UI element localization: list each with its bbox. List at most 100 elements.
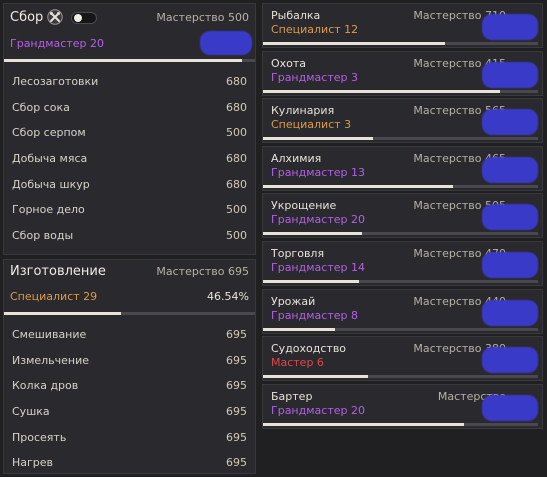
life-skill-card[interactable]: Судоходство Мастерство 380 Мастер 6	[262, 336, 543, 382]
skill-progress-fill	[263, 137, 373, 141]
gathering-progress-bar	[4, 59, 255, 62]
skill-value: 695	[226, 456, 247, 470]
skill-rank: Грандмастер 14	[271, 261, 365, 274]
skill-progress-fill	[263, 42, 445, 45]
skill-progress-bar	[263, 375, 538, 379]
redaction-scribble	[482, 394, 538, 421]
skill-value: 500	[226, 126, 247, 140]
redaction-scribble	[482, 204, 538, 231]
crafting-title: Изготовление	[10, 264, 106, 279]
skill-name: Сбор сока	[12, 100, 70, 114]
skill-name: Сушка	[12, 405, 50, 419]
redaction-scribble	[482, 347, 538, 374]
skill-row[interactable]: Колка дров 695	[4, 373, 255, 399]
redaction-scribble	[482, 61, 538, 88]
skill-value: 695	[226, 379, 247, 393]
skill-name: Сбор воды	[12, 228, 74, 242]
skill-name: Алхимия	[271, 151, 322, 165]
life-skill-card[interactable]: Бартер Мастерство Грандмастер 20	[262, 383, 543, 429]
life-skill-card[interactable]: Кулинария Мастерство 565 Специалист 3	[262, 98, 543, 144]
life-skill-card[interactable]: Урожай Мастерство 440 Грандмастер 8	[262, 288, 543, 334]
skill-progress-bar	[263, 422, 538, 426]
skill-row[interactable]: Смешивание 695	[4, 322, 255, 348]
skill-name: Охота	[271, 56, 307, 70]
skill-progress-bar	[263, 137, 538, 141]
redaction-scribble	[482, 299, 538, 326]
skill-row[interactable]: Сушка 695	[4, 399, 255, 425]
crafting-percent: 46.54%	[207, 290, 249, 303]
skill-name: Добыча шкур	[12, 177, 90, 191]
skill-name: Рыбалка	[271, 9, 321, 22]
skill-value: 695	[226, 405, 247, 419]
skill-name: Бартер	[271, 389, 313, 403]
skill-value: 500	[226, 228, 247, 242]
life-skill-card[interactable]: Охота Мастерство 415 Грандмастер 3	[262, 50, 543, 96]
redaction-scribble	[200, 31, 252, 55]
skill-name: Измельчение	[12, 353, 90, 367]
skill-name: Смешивание	[12, 328, 87, 342]
redaction-scribble	[482, 109, 538, 136]
crossed-tools-icon[interactable]	[47, 9, 63, 25]
skill-progress-bar	[263, 42, 538, 45]
skill-row[interactable]: Сбор воды 500	[4, 223, 255, 249]
skill-progress-bar	[263, 232, 538, 236]
gathering-panel: Сбор Мастерство 500 Грандмастер 20 Лесоз…	[3, 3, 256, 255]
redaction-scribble	[482, 14, 538, 40]
skill-progress-bar	[263, 184, 538, 188]
redaction-scribble	[482, 156, 538, 183]
skill-row[interactable]: Сбор сока 680	[4, 95, 255, 121]
skill-row[interactable]: Добыча шкур 680	[4, 171, 255, 197]
skill-value: 695	[226, 353, 247, 367]
skill-rank: Грандмастер 20	[271, 213, 365, 227]
skill-name: Горное дело	[12, 203, 85, 217]
crafting-mastery: Мастерство 695	[156, 265, 249, 278]
skill-row[interactable]: Сбор серпом 500	[4, 120, 255, 146]
skill-progress-bar	[263, 327, 538, 331]
skill-rank: Грандмастер 13	[271, 165, 365, 179]
skill-row[interactable]: Нагрев 695	[4, 450, 255, 476]
skill-progress-fill	[263, 89, 500, 93]
skill-name: Нагрев	[12, 456, 54, 470]
skill-row[interactable]: Измельчение 695	[4, 348, 255, 374]
skill-value: 680	[226, 75, 247, 89]
skill-rank: Грандмастер 20	[271, 403, 365, 417]
skill-value: 695	[226, 430, 247, 444]
skill-progress-fill	[263, 422, 464, 426]
skill-progress-fill	[263, 232, 362, 236]
skill-name: Добыча мяса	[12, 152, 88, 166]
skill-value: 680	[226, 100, 247, 114]
skill-value: 695	[226, 328, 247, 342]
skill-progress-fill	[263, 327, 335, 331]
skill-row[interactable]: Просеять 695	[4, 424, 255, 450]
skill-name: Лесозаготовки	[12, 75, 99, 89]
life-skill-card[interactable]: Рыбалка Мастерство 710 Специалист 12	[262, 3, 543, 48]
skill-name: Укрощение	[271, 199, 337, 213]
skill-value: 680	[226, 152, 247, 166]
gathering-title: Сбор	[10, 10, 44, 25]
skill-name: Сбор серпом	[12, 126, 86, 140]
crafting-rank: Специалист 29	[10, 290, 98, 303]
life-skill-card[interactable]: Укрощение Мастерство 505 Грандмастер 20	[262, 193, 543, 239]
skill-row[interactable]: Добыча мяса 680	[4, 146, 255, 172]
skill-value: 680	[226, 177, 247, 191]
crafting-panel: Изготовление Мастерство 695 Специалист 2…	[3, 259, 256, 474]
skill-progress-bar	[263, 280, 538, 283]
skill-rank: Грандмастер 3	[271, 70, 358, 84]
redaction-scribble	[482, 252, 538, 278]
skill-progress-fill	[263, 375, 368, 379]
skill-name: Просеять	[12, 430, 67, 444]
skill-rank: Специалист 12	[271, 23, 359, 36]
skill-name: Торговля	[271, 247, 325, 260]
gathering-rank: Грандмастер 20	[10, 37, 104, 50]
skill-name: Кулинария	[271, 104, 335, 118]
skill-row[interactable]: Лесозаготовки 680	[4, 69, 255, 95]
life-skill-card[interactable]: Алхимия Мастерство 465 Грандмастер 13	[262, 145, 543, 191]
life-skill-card[interactable]: Торговля Мастерство 470 Грандмастер 14	[262, 241, 543, 286]
skill-rank: Грандмастер 8	[271, 308, 358, 322]
gathering-toggle[interactable]	[71, 12, 97, 24]
skill-value: 500	[226, 203, 247, 217]
skill-row[interactable]: Горное дело 500	[4, 197, 255, 223]
skill-progress-fill	[263, 184, 453, 188]
crafting-progress-bar	[4, 312, 255, 315]
skill-progress-bar	[263, 89, 538, 93]
